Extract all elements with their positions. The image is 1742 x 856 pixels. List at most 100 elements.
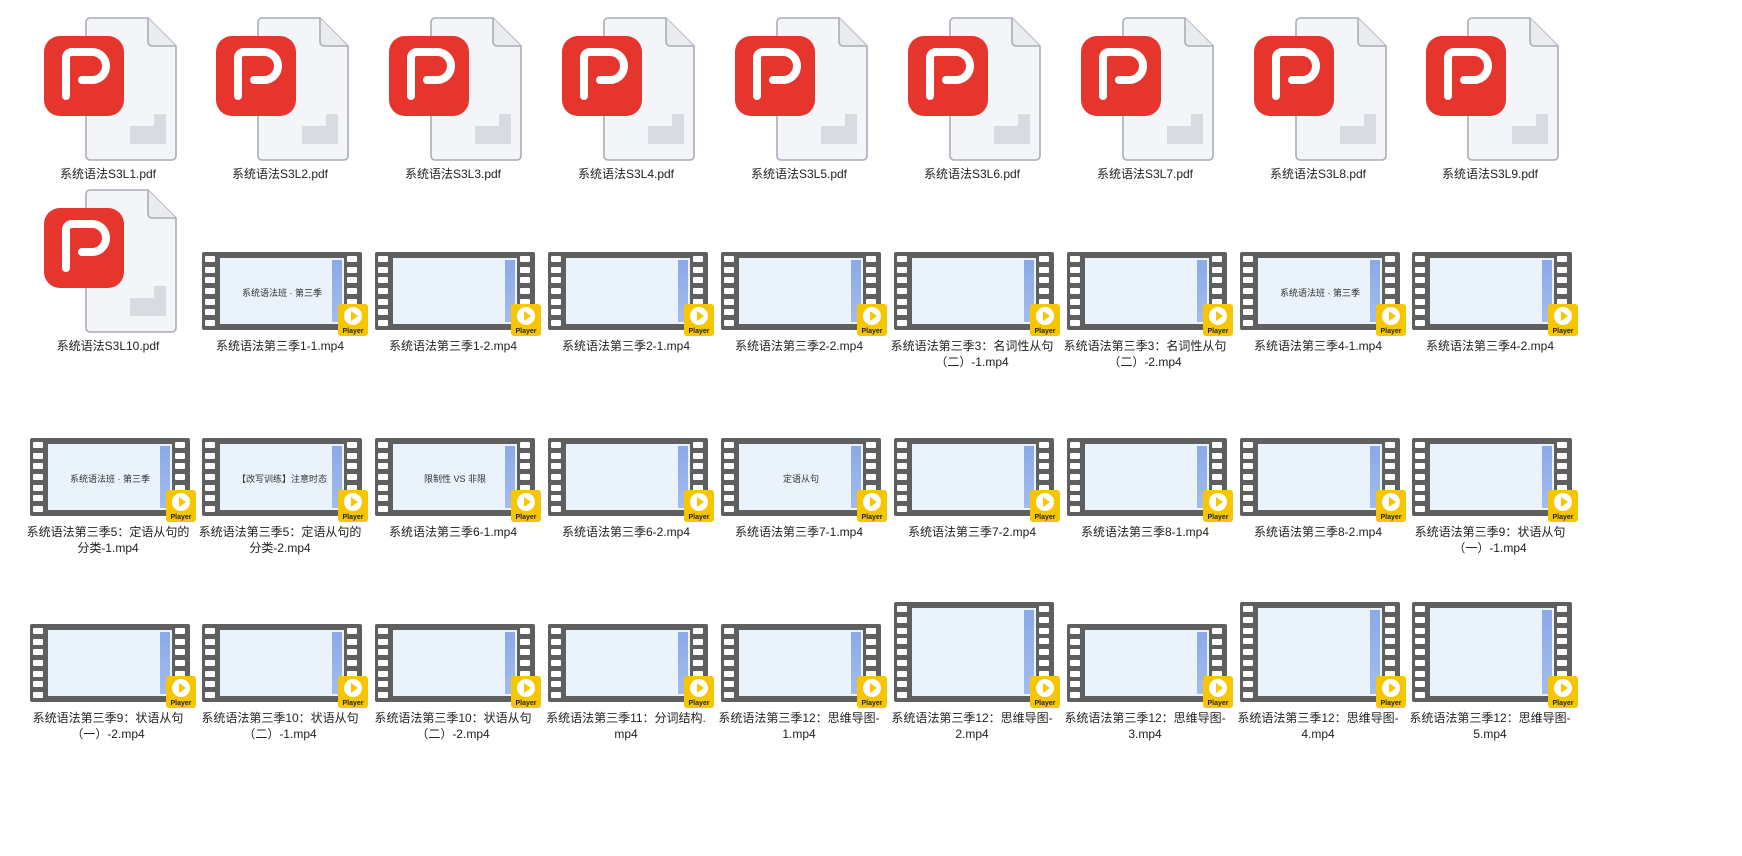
player-badge-icon: Player xyxy=(1376,304,1406,336)
pdf-file-item[interactable]: 系统语法S3L5.pdf xyxy=(713,14,885,182)
player-badge-icon: Player xyxy=(1203,304,1233,336)
video-file-item[interactable]: Player 系统语法第三季2-2.mp4 xyxy=(713,186,887,354)
video-file-item[interactable]: Player 系统语法第三季4-2.mp4 xyxy=(1404,186,1578,354)
video-thumbnail: Player xyxy=(22,558,196,708)
video-thumbnail: Player xyxy=(367,558,541,708)
pdf-thumbnail xyxy=(1404,14,1576,164)
file-name-label: 系统语法S3L5.pdf xyxy=(750,167,848,181)
video-file-item[interactable]: 限制性 VS 非限 Player 系统语法第三季6-1.mp4 xyxy=(367,372,541,540)
video-preview-frame: 定语从句 xyxy=(739,444,863,510)
video-file-item[interactable]: Player 系统语法第三季12：思维导图-4.mp4 xyxy=(1232,558,1406,742)
video-file-item[interactable]: Player 系统语法第三季9：状语从句（一）-1.mp4 xyxy=(1404,372,1578,556)
video-file-item[interactable]: 【改写训练】注意时态 Player 系统语法第三季5：定语从句的分类-2.mp4 xyxy=(194,372,368,556)
file-name-label: 系统语法第三季12：思维导图-3.mp4 xyxy=(1064,711,1226,741)
play-icon xyxy=(863,679,881,697)
player-badge-icon: Player xyxy=(684,304,714,336)
video-preview-title: 系统语法班 · 第三季 xyxy=(1280,288,1360,298)
film-strip-icon: Player xyxy=(721,252,887,336)
video-file-item[interactable]: 系统语法班 · 第三季 Player 系统语法第三季1-1.mp4 xyxy=(194,186,368,354)
file-name-label: 系统语法第三季6-1.mp4 xyxy=(388,525,518,539)
video-file-item[interactable]: 系统语法班 · 第三季 Player 系统语法第三季5：定语从句的分类-1.mp4 xyxy=(22,372,196,556)
video-file-item[interactable]: 系统语法班 · 第三季 Player 系统语法第三季4-1.mp4 xyxy=(1232,186,1406,354)
play-icon xyxy=(172,679,190,697)
video-thumbnail: Player xyxy=(367,186,541,336)
file-name-label: 系统语法第三季3：名词性从句（二）-2.mp4 xyxy=(1063,339,1227,369)
player-badge-label: Player xyxy=(1207,700,1229,707)
player-badge-icon: Player xyxy=(1203,490,1233,522)
video-thumbnail: 系统语法班 · 第三季 Player xyxy=(22,372,196,522)
video-file-item[interactable]: Player 系统语法第三季3：名词性从句（二）-1.mp4 xyxy=(886,186,1060,370)
video-preview-frame xyxy=(912,258,1036,324)
player-badge-icon: Player xyxy=(511,304,541,336)
video-preview-frame xyxy=(1430,608,1554,696)
play-icon xyxy=(1209,679,1227,697)
player-badge-label: Player xyxy=(170,514,192,521)
player-badge-icon: Player xyxy=(166,676,196,708)
pdf-file-item[interactable]: 系统语法S3L4.pdf xyxy=(540,14,712,182)
film-strip-icon: Player xyxy=(894,252,1060,336)
video-file-item[interactable]: Player 系统语法第三季12：思维导图-2.mp4 xyxy=(886,558,1060,742)
player-badge-icon: Player xyxy=(1548,490,1578,522)
video-file-item[interactable]: Player 系统语法第三季10：状语从句（二）-1.mp4 xyxy=(194,558,368,742)
play-icon xyxy=(517,307,535,325)
video-file-item[interactable]: Player 系统语法第三季6-2.mp4 xyxy=(540,372,714,540)
pdf-file-icon xyxy=(389,17,522,161)
film-strip-icon: Player xyxy=(1412,602,1578,708)
pdf-file-icon xyxy=(1254,17,1387,161)
play-icon xyxy=(1036,679,1054,697)
player-badge-label: Player xyxy=(1207,514,1229,521)
player-badge-label: Player xyxy=(342,328,364,335)
pdf-file-item[interactable]: 系统语法S3L10.pdf xyxy=(22,186,194,354)
video-file-item[interactable]: Player 系统语法第三季7-2.mp4 xyxy=(886,372,1060,540)
film-strip-icon: 【改写训练】注意时态 Player xyxy=(202,438,368,522)
video-preview-frame xyxy=(393,630,517,696)
video-thumbnail: Player xyxy=(1059,372,1233,522)
file-name-label: 系统语法第三季9：状语从句（一）-1.mp4 xyxy=(1414,525,1566,555)
video-file-item[interactable]: Player 系统语法第三季10：状语从句（二）-2.mp4 xyxy=(367,558,541,742)
file-name-label: 系统语法第三季12：思维导图-2.mp4 xyxy=(891,711,1053,741)
file-name-label: 系统语法第三季10：状语从句（二）-2.mp4 xyxy=(374,711,532,741)
film-strip-icon: Player xyxy=(375,252,541,336)
video-thumbnail: 定语从句 Player xyxy=(713,372,887,522)
pdf-file-item[interactable]: 系统语法S3L6.pdf xyxy=(886,14,1058,182)
player-badge-icon: Player xyxy=(1548,304,1578,336)
file-name-label: 系统语法第三季4-1.mp4 xyxy=(1253,339,1383,353)
pdf-thumbnail xyxy=(22,14,194,164)
pdf-file-icon xyxy=(735,17,868,161)
video-file-item[interactable]: Player 系统语法第三季9：状语从句（一）-2.mp4 xyxy=(22,558,196,742)
play-icon xyxy=(863,307,881,325)
play-icon xyxy=(1382,307,1400,325)
video-file-item[interactable]: 定语从句 Player 系统语法第三季7-1.mp4 xyxy=(713,372,887,540)
video-file-item[interactable]: Player 系统语法第三季1-2.mp4 xyxy=(367,186,541,354)
pdf-file-icon xyxy=(562,17,695,161)
video-preview-frame xyxy=(1258,608,1382,696)
file-name-label: 系统语法第三季2-2.mp4 xyxy=(734,339,864,353)
pdf-file-item[interactable]: 系统语法S3L3.pdf xyxy=(367,14,539,182)
play-icon xyxy=(344,493,362,511)
video-preview-title: 限制性 VS 非限 xyxy=(423,474,486,484)
video-file-item[interactable]: Player 系统语法第三季11：分词结构.mp4 xyxy=(540,558,714,742)
video-thumbnail: Player xyxy=(194,558,368,708)
pdf-file-item[interactable]: 系统语法S3L2.pdf xyxy=(194,14,366,182)
video-file-item[interactable]: Player 系统语法第三季12：思维导图-3.mp4 xyxy=(1059,558,1233,742)
video-file-item[interactable]: Player 系统语法第三季12：思维导图-5.mp4 xyxy=(1404,558,1578,742)
video-preview-frame xyxy=(48,630,172,696)
film-strip-icon: 限制性 VS 非限 Player xyxy=(375,438,541,522)
file-name-label: 系统语法第三季9：状语从句（一）-2.mp4 xyxy=(32,711,184,741)
film-strip-icon: Player xyxy=(1240,438,1406,522)
video-file-item[interactable]: Player 系统语法第三季3：名词性从句（二）-2.mp4 xyxy=(1059,186,1233,370)
pdf-file-item[interactable]: 系统语法S3L8.pdf xyxy=(1232,14,1404,182)
player-badge-label: Player xyxy=(515,328,537,335)
pdf-file-item[interactable]: 系统语法S3L9.pdf xyxy=(1404,14,1576,182)
video-thumbnail: 系统语法班 · 第三季 Player xyxy=(194,186,368,336)
video-file-item[interactable]: Player 系统语法第三季8-1.mp4 xyxy=(1059,372,1233,540)
play-icon xyxy=(517,493,535,511)
pdf-file-item[interactable]: 系统语法S3L7.pdf xyxy=(1059,14,1231,182)
video-file-item[interactable]: Player 系统语法第三季8-2.mp4 xyxy=(1232,372,1406,540)
video-file-item[interactable]: Player 系统语法第三季2-1.mp4 xyxy=(540,186,714,354)
film-strip-icon: 系统语法班 · 第三季 Player xyxy=(30,438,196,522)
file-name-label: 系统语法S3L3.pdf xyxy=(404,167,502,181)
player-badge-icon: Player xyxy=(1030,676,1060,708)
pdf-file-item[interactable]: 系统语法S3L1.pdf xyxy=(22,14,194,182)
video-file-item[interactable]: Player 系统语法第三季12：思维导图-1.mp4 xyxy=(713,558,887,742)
